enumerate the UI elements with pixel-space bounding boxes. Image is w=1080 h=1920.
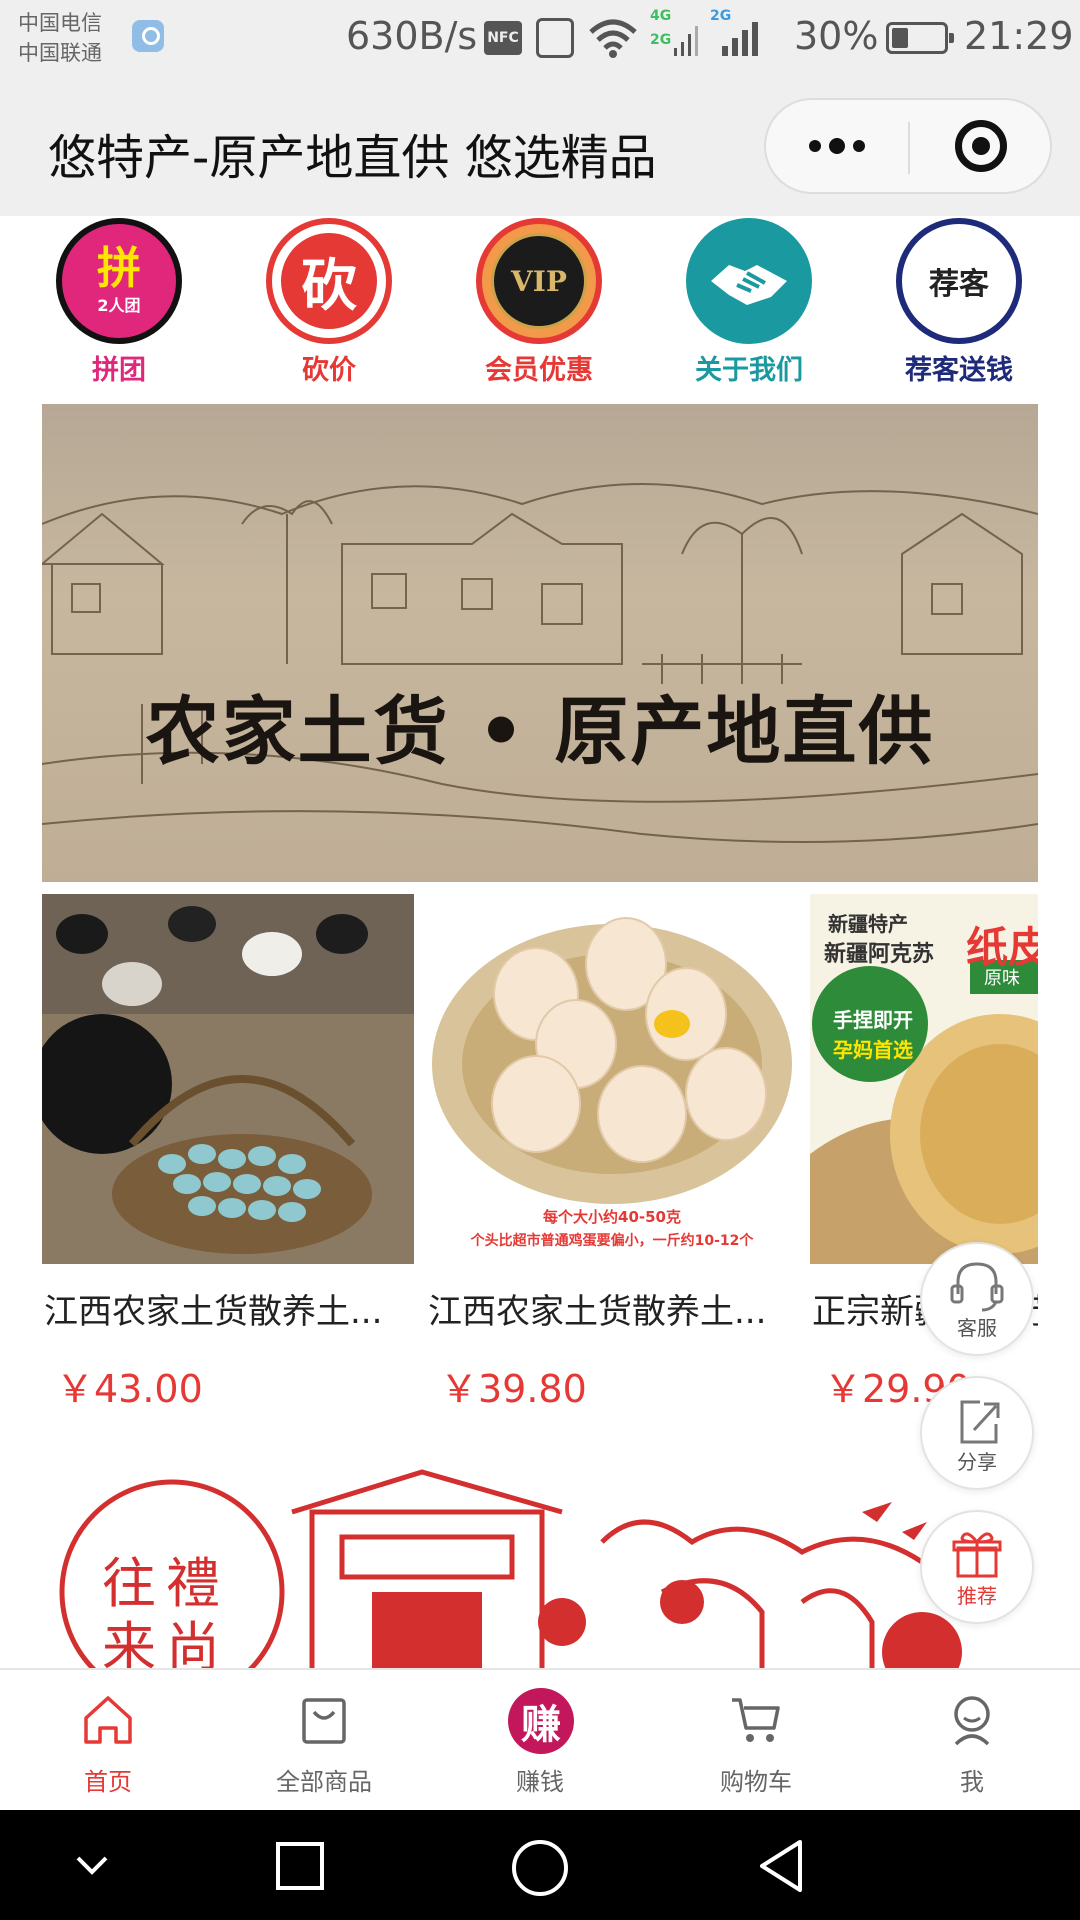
- carrier-2: 中国联通: [18, 41, 102, 65]
- quick-nav: 拼 2人团 拼团 砍 砍价 VIP 会员优惠 关于我们 荐客 荐客送钱: [0, 216, 1080, 390]
- tab-cart[interactable]: 购物车: [648, 1670, 864, 1812]
- vip-icon: VIP: [476, 218, 602, 344]
- dot-icon: [853, 140, 865, 152]
- home-icon: [84, 1696, 132, 1744]
- float-label: 客服: [957, 1316, 997, 1340]
- gift-icon: [952, 1532, 1002, 1578]
- recents-button[interactable]: [276, 1842, 324, 1890]
- quick-nav-group-buy[interactable]: 拼 2人团 拼团: [36, 216, 186, 390]
- banner-text: 农家土货 • 原产地直供: [145, 689, 935, 775]
- product-card[interactable]: 新疆特产 新疆阿克苏 纸皮 原味 手捏即开 孕妈首选 正宗新疆阿克苏... ￥2…: [810, 894, 1038, 1434]
- page-title: 悠特产-原产地直供 悠选精品: [48, 130, 657, 186]
- location-icon: [132, 20, 164, 52]
- quick-nav-bargain[interactable]: 砍 砍价: [246, 216, 396, 390]
- carrier-1: 中国电信: [18, 11, 102, 35]
- quick-nav-label: 砍价: [302, 355, 356, 386]
- quick-nav-label: 拼团: [92, 355, 146, 386]
- bottom-tabbar: 首页 全部商品 赚 赚钱 购物车 我: [0, 1668, 1080, 1810]
- tab-label: 赚钱: [516, 1768, 564, 1796]
- product-image: 新疆特产 新疆阿克苏 纸皮 原味 手捏即开 孕妈首选: [810, 894, 1038, 1264]
- product-image: [42, 894, 414, 1264]
- float-label: 分享: [957, 1450, 997, 1474]
- earn-icon: 赚: [508, 1688, 574, 1754]
- carrier-names: 中国电信 中国联通: [18, 8, 102, 68]
- close-button[interactable]: [910, 100, 1052, 192]
- customer-service-button[interactable]: 客服: [920, 1242, 1034, 1356]
- product-title: 江西农家土货散养土...: [44, 1292, 383, 1332]
- quick-nav-referral[interactable]: 荐客 荐客送钱: [876, 216, 1026, 390]
- product-scroll-row[interactable]: 江西农家土货散养土... ￥43.00 每个大小约40-50克 个头比超市普通鸡…: [42, 894, 1038, 1434]
- quick-nav-about[interactable]: 关于我们: [666, 216, 816, 390]
- festival-text: 往禮来尚: [102, 1552, 230, 1668]
- share-button[interactable]: 分享: [920, 1376, 1034, 1490]
- share-icon: [960, 1400, 1000, 1444]
- product-card[interactable]: 每个大小约40-50克 个头比超市普通鸡蛋要偏小，一斤约10-12个 江西农家土…: [426, 894, 798, 1434]
- user-icon: [954, 1696, 990, 1746]
- tab-me[interactable]: 我: [864, 1670, 1080, 1812]
- battery-icon: [886, 22, 954, 54]
- status-bar: 中国电信 中国联通 630B/s NFC 4G 2G 2G 30% 21:29: [0, 0, 1080, 82]
- quick-nav-vip[interactable]: VIP 会员优惠: [456, 216, 606, 390]
- target-icon: [955, 120, 1007, 172]
- net-speed: 630B/s: [346, 14, 478, 58]
- signal-1-icon: 4G 2G: [650, 8, 698, 56]
- product-price: ￥39.80: [440, 1367, 587, 1411]
- village-sketch-illustration: [42, 483, 1038, 843]
- system-nav-bar: [0, 1810, 1080, 1920]
- back-button[interactable]: [756, 1838, 806, 1894]
- tab-earn[interactable]: 赚 赚钱: [432, 1670, 648, 1812]
- miniprogram-capsule: [764, 98, 1052, 194]
- tab-label: 全部商品: [276, 1768, 372, 1796]
- group-buy-icon: 拼 2人团: [56, 218, 182, 344]
- dot-icon: [809, 140, 821, 152]
- hero-banner[interactable]: 农家土货 • 原产地直供: [42, 404, 1038, 882]
- signal-2-icon: 2G: [710, 8, 758, 56]
- nfc-icon: NFC: [484, 21, 522, 55]
- tab-all-products[interactable]: 全部商品: [216, 1670, 432, 1812]
- clock: 21:29: [964, 14, 1074, 58]
- battery-percent: 30%: [794, 14, 879, 58]
- product-title: 江西农家土货散养土...: [428, 1292, 767, 1332]
- quick-nav-label: 关于我们: [695, 355, 803, 386]
- headset-icon: [950, 1262, 1004, 1312]
- tab-label: 购物车: [720, 1768, 792, 1796]
- more-button[interactable]: [766, 100, 908, 192]
- tab-label: 我: [960, 1768, 984, 1796]
- festival-banner[interactable]: 往禮来尚: [42, 1452, 1038, 1668]
- wifi-icon: [589, 19, 637, 58]
- product-image: 每个大小约40-50克 个头比超市普通鸡蛋要偏小，一斤约10-12个: [426, 894, 798, 1264]
- handshake-icon: [686, 218, 812, 344]
- status-icons: NFC 4G 2G 2G: [484, 8, 758, 62]
- vibrate-icon: [536, 18, 574, 58]
- referral-icon: 荐客: [896, 218, 1022, 344]
- bargain-icon: 砍: [266, 218, 392, 344]
- shopping-bag-icon: [302, 1698, 346, 1744]
- recommend-button[interactable]: 推荐: [920, 1510, 1034, 1624]
- product-price: ￥43.00: [56, 1367, 203, 1411]
- quick-nav-label: 会员优惠: [485, 355, 593, 386]
- title-bar: 悠特产-原产地直供 悠选精品: [0, 82, 1080, 216]
- cart-icon: [732, 1698, 780, 1742]
- chevron-down-icon[interactable]: [72, 1850, 112, 1880]
- tab-label: 首页: [84, 1768, 132, 1796]
- float-label: 推荐: [957, 1584, 997, 1608]
- home-button[interactable]: [512, 1840, 568, 1896]
- tab-home[interactable]: 首页: [0, 1670, 216, 1812]
- product-card[interactable]: 江西农家土货散养土... ￥43.00: [42, 894, 414, 1434]
- quick-nav-label: 荐客送钱: [905, 355, 1013, 386]
- dot-icon: [829, 138, 845, 154]
